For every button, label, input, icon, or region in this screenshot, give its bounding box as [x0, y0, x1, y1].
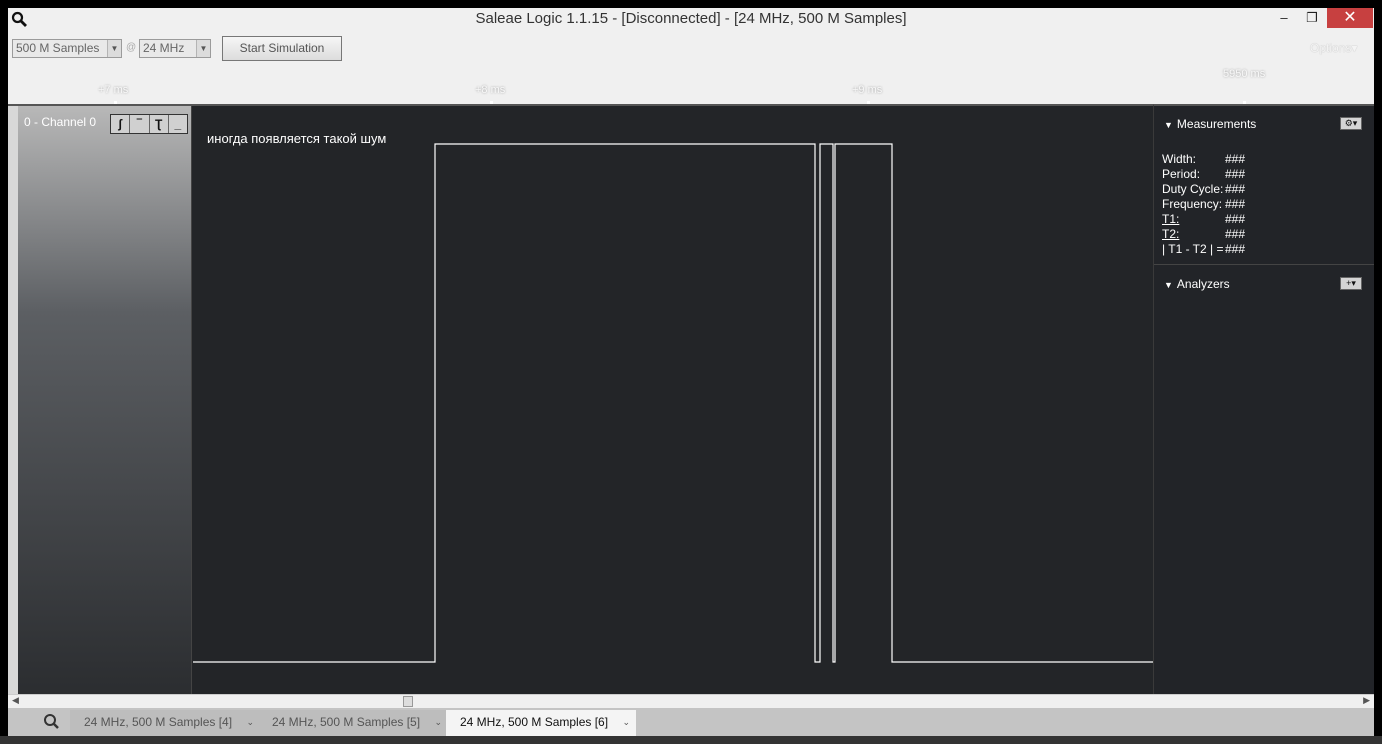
left-strip: [8, 106, 18, 696]
collapse-triangle-icon[interactable]: ▼: [1164, 280, 1173, 290]
trigger-buttons: ʃ ‾ Ʈ _: [110, 114, 188, 134]
right-panel: ▼ Measurements ⚙▾ Width: ### Period: ### Du…: [1153, 104, 1374, 694]
measurement-value: ###: [1225, 182, 1246, 196]
chevron-down-icon[interactable]: ⌄: [622, 710, 630, 734]
options-menu[interactable]: Options▾: [1310, 41, 1357, 55]
ruler-tick-label: +7 ms: [98, 84, 129, 96]
measurements-title: Measurements: [1176, 117, 1257, 131]
ruler-tick-label: 5950 ms: [1223, 68, 1266, 80]
channel-name: 0 - Channel 0: [24, 115, 97, 129]
chevron-down-icon[interactable]: ▼: [107, 40, 121, 57]
session-tab-5[interactable]: 24 MHz, 500 M Samples [5] ⌄: [258, 710, 448, 736]
measurements-list: Width: ### Period: ### Duty Cycle: ### Freq…: [1162, 152, 1362, 257]
chevron-down-icon[interactable]: ⌄: [246, 710, 254, 734]
tab-label: 24 MHz, 500 M Samples [6]: [460, 715, 609, 729]
measurement-row: Width: ###: [1162, 152, 1362, 167]
high-level-icon[interactable]: ‾: [130, 115, 150, 133]
measurement-value: ###: [1225, 152, 1246, 166]
measurement-row: | T1 - T2 | = ###: [1162, 242, 1362, 257]
scroll-left-icon[interactable]: ◀: [12, 695, 19, 706]
chevron-down-icon[interactable]: ⌄: [434, 710, 442, 734]
minimize-button[interactable]: –: [1270, 8, 1298, 28]
sample-rate-select[interactable]: 24 MHz ▼: [139, 39, 211, 58]
measurement-row: Frequency: ###: [1162, 197, 1362, 212]
measurements-header[interactable]: ▼ Measurements: [1164, 117, 1256, 131]
waveform-annotation: иногда появляется такой шум: [207, 131, 387, 146]
measurement-label: Period:: [1162, 167, 1201, 181]
measurement-value: ###: [1225, 197, 1246, 211]
measurement-label: Frequency:: [1162, 197, 1223, 211]
measurement-value: ###: [1225, 167, 1246, 181]
search-icon[interactable]: [32, 708, 72, 736]
window-title: Saleae Logic 1.1.15 - [Disconnected] - […: [475, 10, 907, 27]
waveform-area[interactable]: 0 - Channel 0 ʃ ‾ Ʈ _ иногда появляется …: [8, 104, 1153, 696]
measurement-row: Period: ###: [1162, 167, 1362, 182]
tab-label: 24 MHz, 500 M Samples [4]: [84, 715, 233, 729]
toolbar: 500 M Samples ▼ @ 24 MHz ▼ Start Simulat…: [8, 32, 1374, 68]
maximize-button[interactable]: ❐: [1298, 8, 1326, 28]
measurement-label: Duty Cycle:: [1162, 182, 1224, 196]
measurement-row: T2: ###: [1162, 227, 1362, 242]
collapse-triangle-icon[interactable]: ▼: [1164, 120, 1173, 130]
add-analyzer-icon[interactable]: +▾: [1340, 277, 1362, 290]
channel-header[interactable]: 0 - Channel 0 ʃ ‾ Ʈ _: [18, 106, 192, 696]
start-simulation-button[interactable]: Start Simulation: [222, 36, 342, 61]
measurement-value: ###: [1225, 212, 1246, 226]
falling-edge-icon[interactable]: Ʈ: [150, 115, 169, 133]
session-tab-6[interactable]: 24 MHz, 500 M Samples [6] ⌄: [446, 710, 636, 736]
app-window: Saleae Logic 1.1.15 - [Disconnected] - […: [8, 8, 1374, 744]
signal-trace: [193, 143, 1153, 663]
measurement-row: T1: ###: [1162, 212, 1362, 227]
sample-count-select[interactable]: 500 M Samples ▼: [12, 39, 122, 58]
measurement-row: Duty Cycle: ###: [1162, 182, 1362, 197]
scroll-right-icon[interactable]: ▶: [1363, 695, 1370, 706]
scroll-thumb[interactable]: [403, 696, 413, 707]
low-level-icon[interactable]: _: [169, 115, 187, 133]
measurement-value: ###: [1225, 242, 1246, 256]
sample-rate-value: 24 MHz: [143, 41, 185, 55]
tab-label: 24 MHz, 500 M Samples [5]: [272, 715, 421, 729]
measurement-label: Width:: [1162, 152, 1197, 166]
title-bar: Saleae Logic 1.1.15 - [Disconnected] - […: [8, 8, 1374, 30]
at-sign: @: [126, 42, 137, 53]
t1-marker-link[interactable]: T1:: [1162, 212, 1179, 226]
sample-count-value: 500 M Samples: [16, 41, 100, 55]
channel-0-waveform[interactable]: [193, 106, 1153, 696]
time-ruler[interactable]: +7 ms +8 ms +9 ms 5950 ms: [8, 68, 1374, 104]
gear-icon[interactable]: ⚙▾: [1340, 117, 1362, 130]
session-tab-4[interactable]: 24 MHz, 500 M Samples [4] ⌄: [70, 710, 260, 736]
ruler-tick-label: +9 ms: [852, 84, 883, 96]
close-button[interactable]: ✕: [1327, 8, 1373, 28]
chevron-down-icon[interactable]: ▼: [196, 40, 210, 57]
os-taskbar: [0, 736, 1382, 744]
measurement-value: ###: [1225, 227, 1246, 241]
session-tab-bar: 24 MHz, 500 M Samples [4] ⌄ 24 MHz, 500 …: [8, 708, 1374, 736]
analyzers-title: Analyzers: [1176, 277, 1230, 291]
rising-edge-icon[interactable]: ʃ: [111, 115, 131, 133]
panel-divider: [1154, 264, 1374, 265]
t2-marker-link[interactable]: T2:: [1162, 227, 1179, 241]
ruler-tick-label: +8 ms: [475, 84, 506, 96]
measurement-label: | T1 - T2 | =: [1162, 242, 1224, 256]
analyzers-header[interactable]: ▼ Analyzers: [1164, 277, 1230, 291]
horizontal-scrollbar[interactable]: ◀ ▶: [8, 694, 1374, 707]
